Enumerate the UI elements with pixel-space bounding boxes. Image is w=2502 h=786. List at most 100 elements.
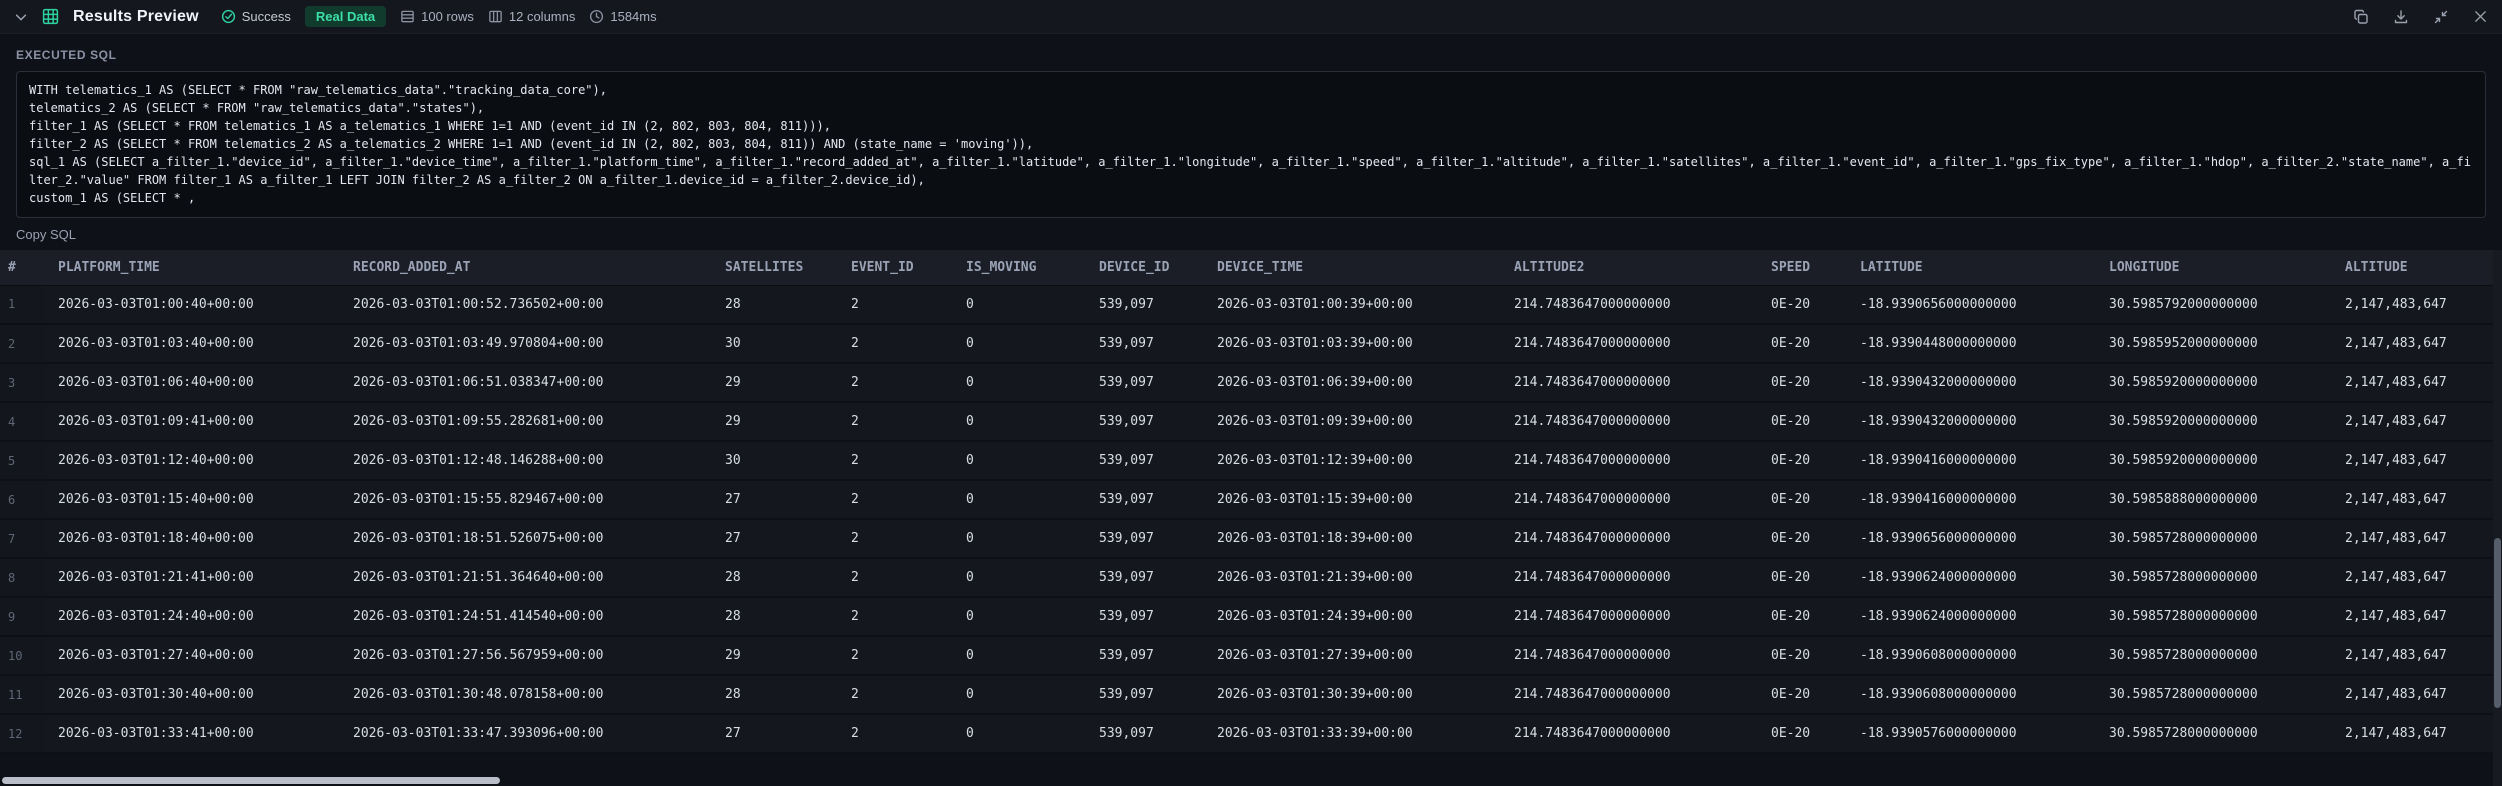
table-row[interactable]: 1 2026-03-03T01:00:40+00:00 2026-03-03T01:…	[0, 285, 2502, 325]
column-header-speed[interactable]: SPEED	[1759, 250, 1848, 286]
cell-altitude2: 214.7483647000000000	[1502, 558, 1759, 598]
download-icon[interactable]	[2393, 9, 2409, 25]
cell-platform_time: 2026-03-03T01:27:40+00:00	[46, 636, 341, 676]
cell-platform_time: 2026-03-03T01:03:40+00:00	[46, 324, 341, 364]
cell-speed: 0E-20	[1759, 480, 1848, 520]
table-row[interactable]: 4 2026-03-03T01:09:41+00:00 2026-03-03T01:…	[0, 402, 2502, 442]
cell-latitude: -18.9390608000000000	[1848, 675, 2097, 715]
cell-altitude: 2,147,483,647	[2333, 285, 2502, 325]
cell-device_time: 2026-03-03T01:33:39+00:00	[1205, 714, 1502, 754]
row-number: 12	[0, 714, 46, 754]
cell-longitude: 30.5985728000000000	[2097, 714, 2333, 754]
cell-platform_time: 2026-03-03T01:33:41+00:00	[46, 714, 341, 754]
sql-code-box[interactable]: WITH telematics_1 AS (SELECT * FROM "raw…	[16, 71, 2486, 218]
cell-speed: 0E-20	[1759, 324, 1848, 364]
clock-icon	[590, 9, 604, 24]
column-header-device_time[interactable]: DEVICE_TIME	[1205, 250, 1502, 286]
cell-speed: 0E-20	[1759, 558, 1848, 598]
cell-is_moving: 0	[954, 285, 1087, 325]
vertical-scrollbar-track[interactable]	[2493, 250, 2502, 786]
cell-longitude: 30.5985920000000000	[2097, 402, 2333, 442]
cell-altitude: 2,147,483,647	[2333, 558, 2502, 598]
column-header-altitude[interactable]: ALTITUDE	[2333, 250, 2502, 286]
cell-platform_time: 2026-03-03T01:00:40+00:00	[46, 285, 341, 325]
cell-record_added_at: 2026-03-03T01:27:56.567959+00:00	[341, 636, 713, 676]
cell-latitude: -18.9390416000000000	[1848, 480, 2097, 520]
chevron-down-icon[interactable]	[14, 10, 28, 24]
cell-platform_time: 2026-03-03T01:15:40+00:00	[46, 480, 341, 520]
horizontal-scrollbar-thumb[interactable]	[2, 777, 500, 784]
copy-sql-button[interactable]: Copy SQL	[16, 227, 76, 242]
table-body: 1 2026-03-03T01:00:40+00:00 2026-03-03T01:…	[0, 285, 2502, 754]
table-row[interactable]: 5 2026-03-03T01:12:40+00:00 2026-03-03T01:…	[0, 441, 2502, 481]
cell-event_id: 2	[839, 285, 954, 325]
cell-satellites: 29	[713, 363, 839, 403]
cell-platform_time: 2026-03-03T01:30:40+00:00	[46, 675, 341, 715]
column-header-is_moving[interactable]: IS_MOVING	[954, 250, 1087, 286]
cell-altitude2: 214.7483647000000000	[1502, 675, 1759, 715]
cell-longitude: 30.5985952000000000	[2097, 324, 2333, 364]
collapse-icon[interactable]	[2433, 9, 2449, 25]
table-row[interactable]: 2 2026-03-03T01:03:40+00:00 2026-03-03T01:…	[0, 324, 2502, 364]
cell-speed: 0E-20	[1759, 285, 1848, 325]
cell-longitude: 30.5985728000000000	[2097, 519, 2333, 559]
cell-latitude: -18.9390416000000000	[1848, 441, 2097, 481]
column-header-index[interactable]: #	[0, 250, 46, 286]
close-icon[interactable]	[2473, 9, 2488, 24]
copy-icon[interactable]	[2353, 9, 2369, 25]
table-row[interactable]: 10 2026-03-03T01:27:40+00:00 2026-03-03T01…	[0, 636, 2502, 676]
cell-altitude2: 214.7483647000000000	[1502, 597, 1759, 637]
cell-device_id: 539,097	[1087, 558, 1205, 598]
cell-device_time: 2026-03-03T01:06:39+00:00	[1205, 363, 1502, 403]
cell-is_moving: 0	[954, 480, 1087, 520]
table-row[interactable]: 12 2026-03-03T01:33:41+00:00 2026-03-03T01…	[0, 714, 2502, 754]
cell-event_id: 2	[839, 714, 954, 754]
cell-is_moving: 0	[954, 441, 1087, 481]
rows-icon	[401, 10, 414, 23]
cell-altitude: 2,147,483,647	[2333, 363, 2502, 403]
column-header-longitude[interactable]: LONGITUDE	[2097, 250, 2333, 286]
cell-record_added_at: 2026-03-03T01:18:51.526075+00:00	[341, 519, 713, 559]
cell-event_id: 2	[839, 402, 954, 442]
cell-longitude: 30.5985728000000000	[2097, 597, 2333, 637]
cell-altitude: 2,147,483,647	[2333, 675, 2502, 715]
column-header-device_id[interactable]: DEVICE_ID	[1087, 250, 1205, 286]
cell-device_id: 539,097	[1087, 480, 1205, 520]
cell-platform_time: 2026-03-03T01:06:40+00:00	[46, 363, 341, 403]
status-label: Success	[241, 9, 291, 24]
cell-record_added_at: 2026-03-03T01:12:48.146288+00:00	[341, 441, 713, 481]
column-header-event_id[interactable]: EVENT_ID	[839, 250, 954, 286]
cell-satellites: 27	[713, 714, 839, 754]
column-header-latitude[interactable]: LATITUDE	[1848, 250, 2097, 286]
row-number: 2	[0, 324, 46, 364]
cell-is_moving: 0	[954, 675, 1087, 715]
cell-speed: 0E-20	[1759, 636, 1848, 676]
cell-speed: 0E-20	[1759, 675, 1848, 715]
table-row[interactable]: 6 2026-03-03T01:15:40+00:00 2026-03-03T01:…	[0, 480, 2502, 520]
rows-count: 100 rows	[400, 9, 474, 24]
table-row[interactable]: 9 2026-03-03T01:24:40+00:00 2026-03-03T01:…	[0, 597, 2502, 637]
column-header-altitude2[interactable]: ALTITUDE2	[1502, 250, 1759, 286]
column-header-satellites[interactable]: SATELLITES	[713, 250, 839, 286]
table-row[interactable]: 7 2026-03-03T01:18:40+00:00 2026-03-03T01:…	[0, 519, 2502, 559]
cell-altitude2: 214.7483647000000000	[1502, 480, 1759, 520]
results-header: Results Preview Success Real Data 100 ro…	[0, 0, 2502, 34]
cell-device_time: 2026-03-03T01:03:39+00:00	[1205, 324, 1502, 364]
column-header-platform_time[interactable]: PLATFORM_TIME	[46, 250, 341, 286]
cell-device_id: 539,097	[1087, 519, 1205, 559]
cell-longitude: 30.5985728000000000	[2097, 636, 2333, 676]
cell-satellites: 28	[713, 675, 839, 715]
cell-altitude: 2,147,483,647	[2333, 402, 2502, 442]
row-number: 11	[0, 675, 46, 715]
cell-event_id: 2	[839, 441, 954, 481]
cell-record_added_at: 2026-03-03T01:00:52.736502+00:00	[341, 285, 713, 325]
cell-speed: 0E-20	[1759, 363, 1848, 403]
vertical-scrollbar-thumb[interactable]	[2494, 538, 2501, 708]
cell-altitude: 2,147,483,647	[2333, 636, 2502, 676]
table-row[interactable]: 8 2026-03-03T01:21:41+00:00 2026-03-03T01:…	[0, 558, 2502, 598]
column-header-record_added_at[interactable]: RECORD_ADDED_AT	[341, 250, 713, 286]
cell-satellites: 30	[713, 441, 839, 481]
table-row[interactable]: 11 2026-03-03T01:30:40+00:00 2026-03-03T01…	[0, 675, 2502, 715]
table-row[interactable]: 3 2026-03-03T01:06:40+00:00 2026-03-03T01:…	[0, 363, 2502, 403]
cell-latitude: -18.9390576000000000	[1848, 714, 2097, 754]
